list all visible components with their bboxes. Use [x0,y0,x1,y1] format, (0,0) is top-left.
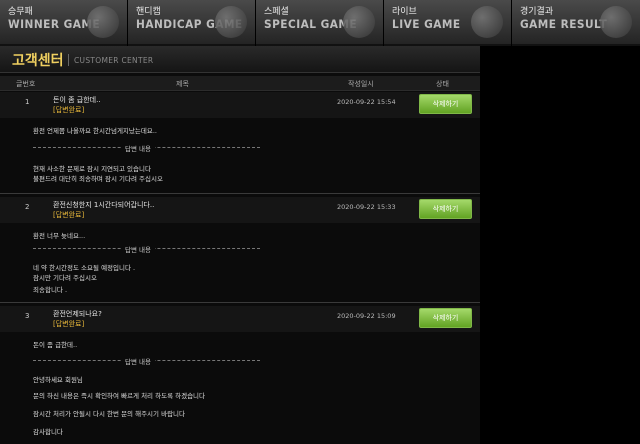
page-title: 고객센터 [12,53,64,69]
question-text: 환전 언제쯤 나올까요 한시간넘게지났는데요.. [33,127,157,135]
status-badge: [답변완료] [53,106,85,114]
answer-line: 잠시간 처리가 안될시 다시 한번 문의 해주시기 바랍니다 [33,410,186,418]
delete-button[interactable]: 삭제하기 [419,199,472,219]
post-title[interactable]: 돈이 좀 급한데.. [53,95,101,105]
nav-tab-korean-label: 경기결과 [520,7,554,17]
answer-divider: 답변 내용 [33,356,260,366]
golf-icon [600,6,632,38]
nav-tab-english-label: GAME RESULT [520,17,608,31]
delete-button[interactable]: 삭제하기 [419,308,472,328]
column-header-date: 작성일시 [348,80,374,88]
nav-tab-korean-label: 스페셜 [264,7,289,17]
table-row[interactable]: 1 돈이 좀 급한데.. [답변완료] 2020-09-22 15:54 삭제하… [0,92,480,118]
trophy-icon [215,6,247,38]
top-navigation: 승무패 WINNER GAME 핸디캡 HANDICAP GAME 스페셜 SP… [0,0,640,46]
helmet-icon [471,6,503,38]
post-separator [0,193,480,194]
answer-divider: 답변 내용 [33,244,260,254]
nav-tab-winner-game[interactable]: 승무패 WINNER GAME [0,0,127,46]
answer-line: 네 약 한시간정도 소요될 예정입니다 . [33,264,136,272]
delete-button[interactable]: 삭제하기 [419,94,472,114]
answer-line: 불편드려 대단히 죄송하며 잠시 기다려 주십시오 [33,175,163,183]
nav-tab-special-game[interactable]: 스페셜 SPECIAL GAME [256,0,383,46]
answer-divider-label: 답변 내용 [121,244,155,254]
nav-tab-live-game[interactable]: 라이브 LIVE GAME [384,0,511,46]
nav-tab-handicap-game[interactable]: 핸디캡 HANDICAP GAME [128,0,255,46]
answer-line: 안녕하세요 회원님 [33,376,83,384]
table-header: 글번호 제목 작성일시 상태 [0,76,480,91]
answer-divider: 답변 내용 [33,143,260,153]
answer-divider-label: 답변 내용 [121,143,155,153]
column-header-status: 상태 [436,80,449,88]
nav-tab-korean-label: 핸디캡 [136,7,161,17]
column-header-title: 제목 [176,80,189,88]
customer-center-panel: 고객센터 CUSTOMER CENTER 글번호 제목 작성일시 상태 1 돈이… [0,46,480,444]
right-empty-area [480,46,640,444]
table-row[interactable]: 3 환전언제되나요? [답변완료] 2020-09-22 15:09 삭제하기 [0,306,480,332]
answer-line: 현재 사소한 문제로 잠시 지연되고 있습니다 [33,165,151,173]
soccer-ball-icon [87,6,119,38]
answer-line: 잠시만 기다려 주십시오 [33,274,97,282]
answer-line: 죄송합니다 . [33,286,68,294]
question-text: 환전 너무 늦네요... [33,232,86,240]
post-date: 2020-09-22 15:09 [337,312,396,320]
nav-tab-english-label: LIVE GAME [392,17,461,31]
post-separator [0,302,480,303]
answer-divider-label: 답변 내용 [121,356,155,366]
post-title[interactable]: 환전신청한지 1시간다되어갑니다.. [53,200,154,210]
header-divider [68,54,69,66]
post-date: 2020-09-22 15:33 [337,203,396,211]
post-number: 2 [25,203,30,211]
post-number: 3 [25,312,30,320]
nav-tab-korean-label: 승무패 [8,7,33,17]
table-row[interactable]: 2 환전신청한지 1시간다되어갑니다.. [답변완료] 2020-09-22 1… [0,197,480,223]
page-subtitle: CUSTOMER CENTER [74,56,154,65]
answer-line: 감사합니다 [33,428,63,436]
page-header: 고객센터 CUSTOMER CENTER [0,46,480,73]
question-text: 돈이 좀 급한데.. [33,341,78,349]
status-badge: [답변완료] [53,211,85,219]
post-title[interactable]: 환전언제되나요? [53,309,102,319]
post-date: 2020-09-22 15:54 [337,98,396,106]
answer-line: 문의 하신 내용은 즉시 확인하여 빠르게 처리 하도록 하겠습니다 [33,392,206,400]
status-badge: [답변완료] [53,320,85,328]
ball-icon [343,6,375,38]
post-number: 1 [25,98,30,106]
nav-tab-korean-label: 라이브 [392,7,417,17]
nav-tab-game-result[interactable]: 경기결과 GAME RESULT [512,0,640,46]
column-header-number: 글번호 [16,80,36,88]
